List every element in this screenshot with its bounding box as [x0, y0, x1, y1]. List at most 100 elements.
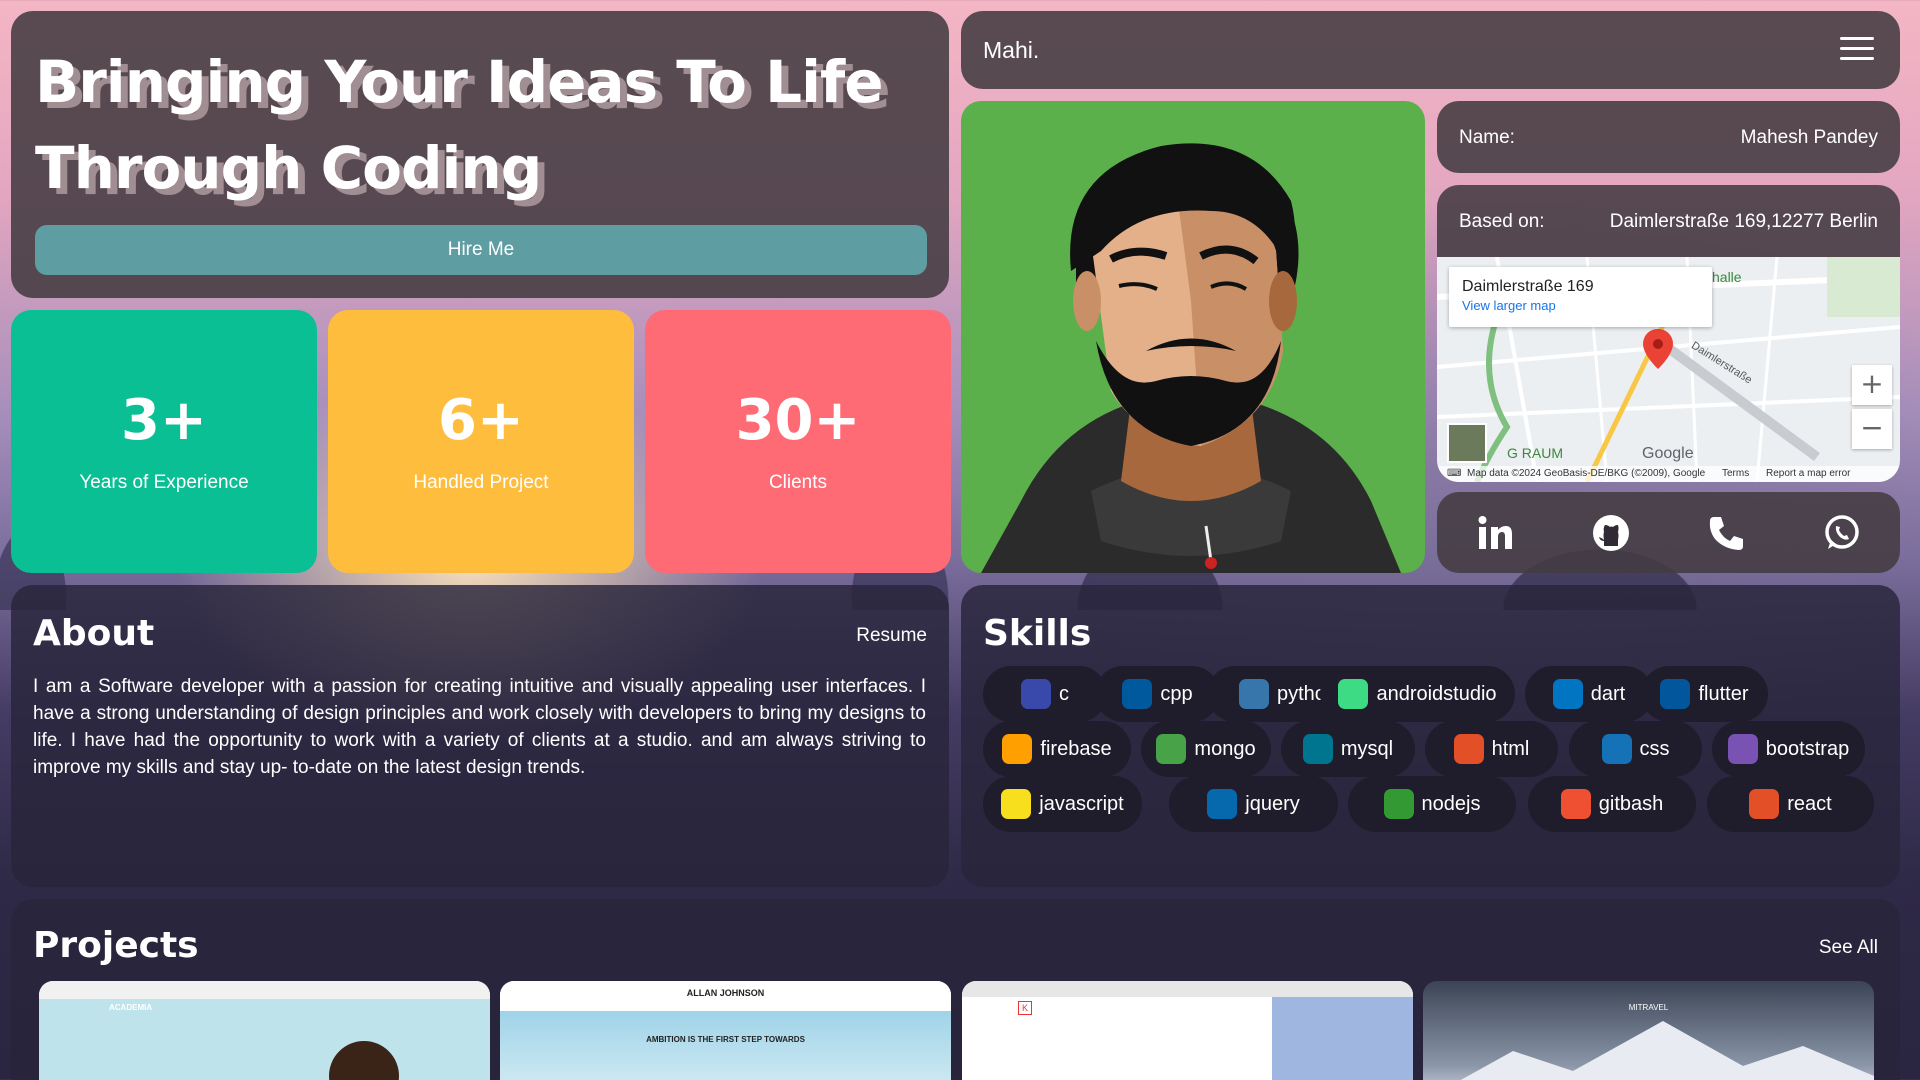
- linkedin-icon[interactable]: [1471, 509, 1519, 557]
- project-header: ALLAN JOHNSON: [500, 981, 951, 1011]
- css-icon: [1601, 734, 1632, 764]
- map-terms-link[interactable]: Terms: [1722, 468, 1749, 479]
- whatsapp-icon[interactable]: [1818, 509, 1866, 557]
- jquery-icon: [1207, 789, 1238, 819]
- skill-bootstrap[interactable]: bootstrap: [1712, 721, 1865, 777]
- stat-label: Handled Project: [413, 472, 549, 493]
- project-title: K: [1018, 1001, 1032, 1015]
- skill-flutter[interactable]: flutter: [1641, 666, 1768, 722]
- mongo-icon: [1156, 734, 1187, 764]
- keyboard-icon[interactable]: ⌨: [1447, 466, 1461, 482]
- skill-c[interactable]: c: [983, 666, 1107, 722]
- stat-value: 30+: [735, 388, 861, 453]
- project-hero: AMBITION IS THE FIRST STEP TOWARDS: [500, 1011, 951, 1080]
- html-icon: [1453, 734, 1484, 764]
- attribution-text: Map data ©2024 GeoBasis-DE/BKG (©2009), …: [1467, 468, 1706, 479]
- skill-androidstudio[interactable]: androidstudio: [1320, 666, 1515, 722]
- skill-html[interactable]: html: [1425, 721, 1558, 777]
- python-icon: [1238, 679, 1269, 709]
- skill-css[interactable]: css: [1569, 721, 1702, 777]
- firebase-icon: [1002, 734, 1033, 764]
- info-location-row: Based on: Daimlerstraße 169,12277 Berlin: [1437, 185, 1900, 257]
- see-all-link[interactable]: See All: [1819, 937, 1878, 959]
- phone-icon[interactable]: [1702, 509, 1750, 557]
- map-place-name: Daimlerstraße 169: [1462, 278, 1594, 295]
- google-logo: Google: [1642, 445, 1694, 462]
- location-value: Daimlerstraße 169,12277 Berlin: [1609, 211, 1878, 232]
- map-pin-icon[interactable]: [1643, 329, 1673, 373]
- skill-label: react: [1787, 792, 1832, 815]
- map-attribution: ⌨ Map data ©2024 GeoBasis-DE/BKG (©2009)…: [1437, 466, 1900, 482]
- skill-label: gitbash: [1598, 792, 1664, 815]
- satellite-toggle[interactable]: [1447, 423, 1487, 463]
- project-thumbnail[interactable]: K: [962, 981, 1413, 1080]
- project-title: ALLAN JOHNSON: [686, 988, 765, 998]
- skill-dart[interactable]: dart: [1525, 666, 1653, 722]
- react-icon: [1749, 789, 1780, 819]
- top-nav: Mahi.: [961, 11, 1900, 89]
- skill-javascript[interactable]: javascript: [983, 776, 1142, 832]
- project-mountains: [1460, 1021, 1874, 1080]
- c-icon: [1021, 679, 1051, 709]
- skill-label: javascript: [1039, 792, 1124, 815]
- zoom-out-button[interactable]: −: [1852, 409, 1892, 449]
- project-person-image: [329, 1041, 399, 1080]
- about-text: I am a Software developer with a passion…: [33, 676, 926, 778]
- skill-react[interactable]: react: [1707, 776, 1874, 832]
- flutter-icon: [1660, 679, 1691, 709]
- hero-title: Bringing Your Ideas To Life Through Codi…: [35, 48, 884, 202]
- map-area-label: G RAUM: [1507, 445, 1563, 461]
- mysql-icon: [1302, 734, 1333, 764]
- skill-label: firebase: [1040, 737, 1112, 760]
- skill-label: mysql: [1340, 737, 1394, 760]
- about-card: About Resume I am a Software developer w…: [11, 585, 949, 887]
- resume-link[interactable]: Resume: [856, 625, 927, 647]
- project-title: ACADEMIA: [109, 1003, 153, 1012]
- skill-label: css: [1639, 737, 1670, 760]
- brand-logo[interactable]: Mahi.: [983, 37, 1039, 64]
- project-hero-image: [1272, 997, 1413, 1080]
- project-thumbnail[interactable]: MITRAVEL: [1423, 981, 1874, 1080]
- skill-nodejs[interactable]: nodejs: [1348, 776, 1516, 832]
- dart-icon: [1552, 679, 1583, 709]
- cpp-icon: [1122, 679, 1153, 709]
- skill-mongo[interactable]: mongo: [1141, 721, 1271, 777]
- social-links: [1437, 492, 1900, 573]
- skill-label: html: [1491, 737, 1530, 760]
- skill-jquery[interactable]: jquery: [1169, 776, 1338, 832]
- embedded-map[interactable]: halle Daimlerstraße G RAUM Daimlerstraße…: [1437, 257, 1900, 482]
- skill-label: jquery: [1245, 792, 1300, 815]
- skill-gitbash[interactable]: gitbash: [1528, 776, 1696, 832]
- skill-label: bootstrap: [1765, 737, 1850, 760]
- stat-card-experience: 3+ Years of Experience: [11, 310, 317, 573]
- name-label: Name:: [1459, 127, 1515, 148]
- zoom-in-button[interactable]: +: [1852, 365, 1892, 405]
- skill-firebase[interactable]: firebase: [983, 721, 1131, 777]
- hire-me-button[interactable]: Hire Me: [35, 225, 927, 275]
- skill-label: nodejs: [1421, 792, 1481, 815]
- stat-label: Clients: [768, 472, 828, 493]
- skill-label: flutter: [1698, 682, 1749, 705]
- project-subtitle: AMBITION IS THE FIRST STEP TOWARDS: [646, 1035, 805, 1044]
- project-thumbnail[interactable]: ACADEMIA: [39, 981, 490, 1080]
- hamburger-icon[interactable]: [1840, 37, 1874, 61]
- skill-label: mongo: [1194, 737, 1256, 760]
- skill-mysql[interactable]: mysql: [1281, 721, 1415, 777]
- androidstudio-icon: [1338, 679, 1369, 709]
- skill-label: dart: [1590, 682, 1626, 705]
- browser-bar: [39, 981, 490, 999]
- project-thumbnail[interactable]: ALLAN JOHNSON AMBITION IS THE FIRST STEP…: [500, 981, 951, 1080]
- skill-cpp[interactable]: cpp: [1095, 666, 1220, 722]
- avatar-illustration: [981, 143, 1401, 573]
- stat-value: 6+: [438, 388, 524, 453]
- github-icon[interactable]: [1587, 509, 1635, 557]
- nodejs-icon: [1383, 789, 1414, 819]
- map-report-link[interactable]: Report a map error: [1766, 468, 1850, 479]
- info-name-row: Name: Mahesh Pandey: [1437, 101, 1900, 173]
- stat-label: Years of Experience: [79, 472, 249, 493]
- projects-card: Projects See All ACADEMIA ALLAN JOHNSON …: [11, 899, 1900, 1080]
- avatar: [961, 101, 1425, 573]
- about-heading: About: [33, 613, 155, 654]
- view-larger-map-link[interactable]: View larger map: [1462, 298, 1699, 313]
- stat-value: 3+: [121, 388, 207, 453]
